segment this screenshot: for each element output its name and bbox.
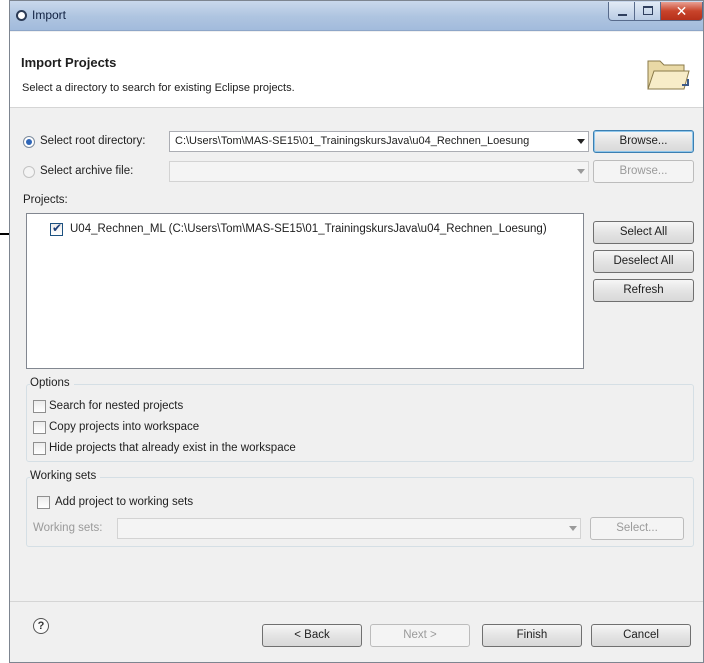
- minimize-icon: [618, 14, 627, 16]
- window-title: Import: [32, 8, 67, 22]
- root-directory-label: Select root directory:: [40, 135, 146, 147]
- finish-button[interactable]: Finish: [482, 624, 582, 647]
- chevron-down-icon[interactable]: [577, 169, 585, 174]
- archive-file-radio[interactable]: [23, 166, 35, 178]
- back-button[interactable]: < Back: [262, 624, 362, 647]
- import-dialog: Import ✕ Import Projects Select a direct…: [9, 0, 704, 663]
- browse-archive-button[interactable]: Browse...: [593, 160, 694, 183]
- list-item[interactable]: U04_Rechnen_ML (C:\Users\Tom\MAS-SE15\01…: [70, 223, 547, 235]
- copy-projects-label: Copy projects into workspace: [49, 421, 200, 433]
- archive-file-label: Select archive file:: [40, 165, 134, 177]
- working-sets-combo[interactable]: [117, 518, 581, 539]
- options-title: Options: [30, 377, 74, 389]
- working-sets-label: Working sets:: [33, 522, 103, 534]
- cancel-button[interactable]: Cancel: [591, 624, 691, 647]
- projects-label: Projects:: [23, 194, 68, 206]
- footer-separator: [10, 601, 703, 602]
- nested-projects-label: Search for nested projects: [49, 400, 184, 412]
- folder-icon: [647, 60, 690, 90]
- deselect-all-button[interactable]: Deselect All: [593, 250, 694, 273]
- project-checkbox[interactable]: [50, 221, 63, 236]
- next-button[interactable]: Next >: [370, 624, 470, 647]
- add-to-working-sets-label: Add project to working sets: [55, 496, 194, 508]
- chevron-down-icon[interactable]: [577, 139, 585, 144]
- wizard-header: Import Projects Select a directory to se…: [10, 32, 703, 108]
- select-all-button[interactable]: Select All: [593, 221, 694, 244]
- maximize-icon: [643, 6, 653, 15]
- root-directory-radio[interactable]: [23, 136, 35, 148]
- browse-directory-button[interactable]: Browse...: [593, 130, 694, 153]
- minimize-button[interactable]: [608, 2, 635, 21]
- add-to-working-sets-checkbox[interactable]: [37, 496, 50, 509]
- eclipse-icon: [16, 10, 27, 21]
- root-directory-combo[interactable]: C:\Users\Tom\MAS-SE15\01_TrainingskursJa…: [169, 131, 589, 152]
- close-button[interactable]: ✕: [661, 2, 703, 21]
- archive-file-combo[interactable]: [169, 161, 589, 182]
- help-icon[interactable]: ?: [33, 618, 49, 634]
- projects-list[interactable]: U04_Rechnen_ML (C:\Users\Tom\MAS-SE15\01…: [26, 213, 584, 369]
- maximize-button[interactable]: [635, 2, 661, 21]
- chevron-down-icon[interactable]: [569, 526, 577, 531]
- close-icon: ✕: [675, 3, 688, 19]
- hide-projects-checkbox[interactable]: [33, 442, 46, 455]
- select-working-sets-button[interactable]: Select...: [590, 517, 684, 540]
- root-directory-value: C:\Users\Tom\MAS-SE15\01_TrainingskursJa…: [175, 135, 530, 147]
- nested-projects-checkbox[interactable]: [33, 400, 46, 413]
- title-bar: Import ✕: [10, 1, 703, 31]
- working-sets-title: Working sets: [30, 470, 101, 482]
- refresh-button[interactable]: Refresh: [593, 279, 694, 302]
- copy-projects-checkbox[interactable]: [33, 421, 46, 434]
- page-title: Import Projects: [21, 55, 117, 70]
- hide-projects-label: Hide projects that already exist in the …: [49, 442, 296, 454]
- page-description: Select a directory to search for existin…: [22, 82, 295, 94]
